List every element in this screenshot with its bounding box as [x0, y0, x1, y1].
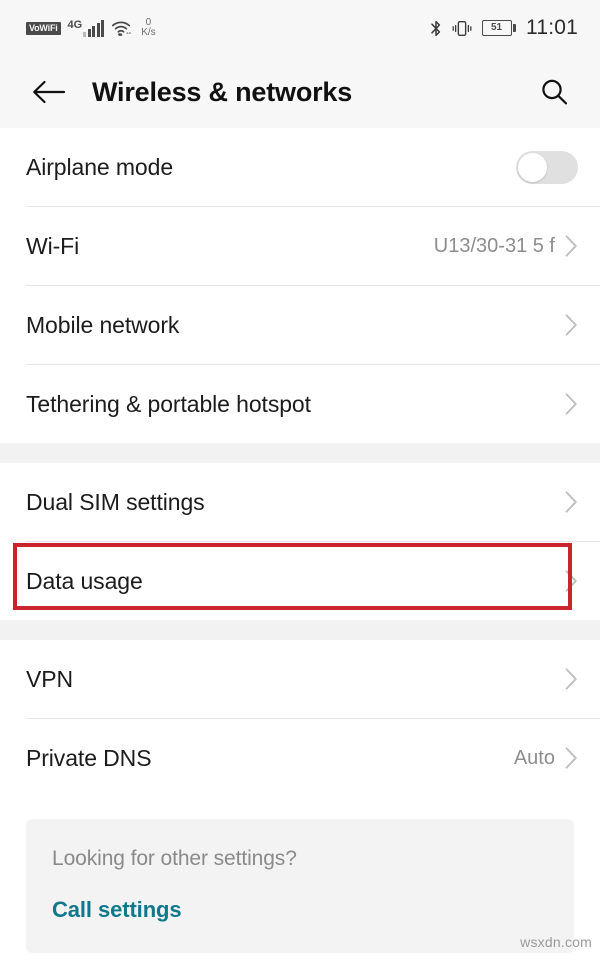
back-arrow-icon: [33, 80, 66, 104]
settings-group: Airplane mode Wi-Fi U13/30-31 5 f Mobile ne…: [0, 128, 600, 443]
row-label: Wi-Fi: [26, 232, 80, 259]
row-label: Mobile network: [26, 311, 180, 338]
phone-screen: VoWiFi 4G 0 K/s 51 11:01 Wireless & netw…: [0, 0, 600, 956]
status-bar-clock: 11:01: [526, 16, 578, 39]
settings-row-vpn[interactable]: VPN: [0, 640, 600, 718]
settings-row-private-dns[interactable]: Private DNS Auto: [0, 719, 600, 797]
chevron-holder: [565, 393, 578, 415]
row-label: VPN: [26, 665, 73, 692]
section-divider: [0, 620, 600, 640]
chevron-right-icon: [565, 235, 577, 257]
row-label: Private DNS: [26, 744, 152, 771]
search-icon: [542, 79, 568, 105]
chevron-holder: [565, 235, 578, 257]
chevron-holder: [565, 491, 578, 513]
settings-group: Dual SIM settings Data usage: [0, 463, 600, 620]
footer-area: Looking for other settings? Call setting…: [0, 797, 600, 953]
chevron-holder: [565, 747, 578, 769]
settings-row-tethering-portable-hotspot[interactable]: Tethering & portable hotspot: [0, 365, 600, 443]
signal-bars-icon: [83, 19, 105, 37]
network-type-label: 4G: [67, 18, 83, 31]
settings-row-data-usage[interactable]: Data usage: [0, 542, 600, 620]
chevron-right-icon: [565, 393, 577, 415]
bluetooth-icon: [430, 20, 440, 36]
section-divider: [0, 443, 600, 463]
row-label: Airplane mode: [26, 153, 174, 180]
chevron-right-icon: [565, 491, 577, 513]
vowifi-icon: VoWiFi: [26, 21, 61, 35]
row-value: U13/30-31 5 f: [433, 234, 555, 257]
settings-row-mobile-network[interactable]: Mobile network: [0, 286, 600, 364]
row-label: Data usage: [26, 567, 143, 594]
call-settings-link[interactable]: Call settings: [52, 897, 182, 923]
status-bar: VoWiFi 4G 0 K/s 51 11:01: [0, 0, 600, 56]
data-speed-unit: K/s: [141, 27, 156, 38]
wifi-icon: [112, 21, 131, 36]
chevron-holder: [565, 570, 578, 592]
settings-list: Airplane mode Wi-Fi U13/30-31 5 f Mobile ne…: [0, 128, 600, 797]
other-settings-card: Looking for other settings? Call setting…: [26, 819, 574, 953]
chevron-right-icon: [565, 668, 577, 690]
chevron-holder: [565, 668, 578, 690]
settings-row-wi-fi[interactable]: Wi-Fi U13/30-31 5 f: [0, 207, 600, 285]
vibrate-icon: [452, 20, 471, 36]
settings-row-airplane-mode[interactable]: Airplane mode: [0, 128, 600, 206]
row-value: Auto: [513, 746, 555, 769]
status-bar-left: VoWiFi 4G 0 K/s: [26, 18, 156, 38]
toggle-switch[interactable]: [516, 150, 578, 184]
chevron-right-icon: [565, 570, 577, 592]
battery-percent-label: 51: [490, 22, 503, 33]
app-bar: Wireless & networks: [0, 56, 600, 128]
row-label: Dual SIM settings: [26, 488, 205, 515]
data-speed-indicator: 0 K/s: [141, 18, 155, 38]
chevron-holder: [565, 314, 578, 336]
row-label: Tethering & portable hotspot: [26, 390, 311, 417]
chevron-right-icon: [565, 314, 577, 336]
watermark: wsxdn.com: [520, 934, 592, 950]
settings-group: VPN Private DNS Auto: [0, 640, 600, 797]
settings-row-dual-sim-settings[interactable]: Dual SIM settings: [0, 463, 600, 541]
cellular-signal-icon: 4G: [67, 18, 105, 37]
other-settings-question: Looking for other settings?: [52, 847, 297, 870]
toggle-knob: [518, 152, 547, 182]
chevron-right-icon: [565, 747, 577, 769]
search-button[interactable]: [532, 70, 576, 114]
status-bar-right: 51 11:01: [430, 16, 579, 40]
back-button[interactable]: [28, 71, 70, 113]
page-title: Wireless & networks: [92, 76, 353, 107]
battery-icon: 51: [481, 20, 516, 36]
